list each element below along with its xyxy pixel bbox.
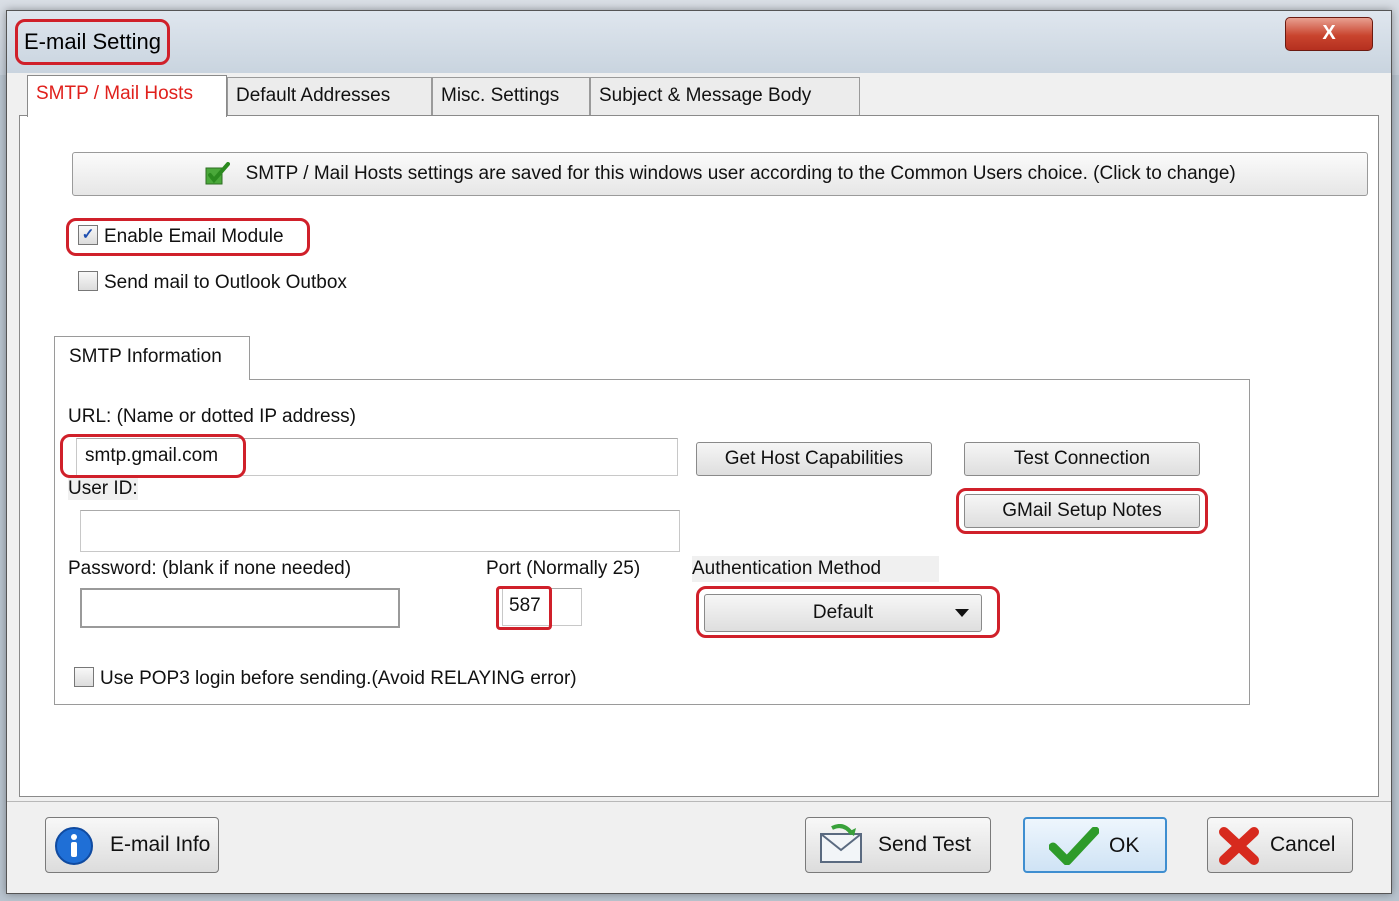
pop3-login-checkbox[interactable]: Use POP3 login before sending.(Avoid REL… xyxy=(74,666,577,692)
info-icon xyxy=(55,827,93,865)
ok-label: OK xyxy=(1109,834,1140,857)
url-label: URL: (Name or dotted IP address) xyxy=(68,406,356,427)
settings-scope-banner[interactable]: SMTP / Mail Hosts settings are saved for… xyxy=(72,152,1368,196)
smtp-tab-panel: SMTP / Mail Hosts settings are saved for… xyxy=(19,115,1379,797)
tab-subject-message-body[interactable]: Subject & Message Body xyxy=(590,77,860,115)
enable-email-module-label: Enable Email Module xyxy=(104,226,284,247)
port-input[interactable]: 587 xyxy=(502,588,582,626)
envelope-icon xyxy=(820,824,862,863)
auth-method-value: Default xyxy=(812,602,874,623)
checkbox-unchecked-icon xyxy=(78,270,98,291)
smtp-information-tab[interactable]: SMTP Information xyxy=(54,336,250,380)
get-host-capabilities-button[interactable]: Get Host Capabilities xyxy=(696,442,932,476)
auth-method-label: Authentication Method xyxy=(692,556,940,582)
send-test-label: Send Test xyxy=(878,833,972,856)
user-id-label: User ID: xyxy=(68,478,138,500)
password-label: Password: (blank if none needed) xyxy=(68,558,352,579)
window-title: E-mail Setting xyxy=(15,19,170,65)
url-input[interactable]: smtp.gmail.com xyxy=(76,438,678,476)
cancel-button[interactable]: Cancel xyxy=(1207,817,1353,873)
red-x-icon xyxy=(1219,827,1259,865)
gmail-setup-notes-button[interactable]: GMail Setup Notes xyxy=(964,494,1200,528)
tab-default-addresses[interactable]: Default Addresses xyxy=(227,77,432,115)
send-test-button[interactable]: Send Test xyxy=(805,817,991,873)
cancel-label: Cancel xyxy=(1270,833,1336,856)
enable-email-module-checkbox[interactable]: ✓ Enable Email Module xyxy=(78,224,284,250)
email-info-button[interactable]: E-mail Info xyxy=(45,817,219,873)
email-setting-dialog: E-mail Setting X SMTP / Mail Hosts Defau… xyxy=(6,10,1392,894)
user-id-input[interactable] xyxy=(80,510,680,552)
tab-smtp-mail-hosts[interactable]: SMTP / Mail Hosts xyxy=(27,75,227,117)
tab-misc-settings[interactable]: Misc. Settings xyxy=(432,77,590,115)
checkbox-checked-icon: ✓ xyxy=(78,224,98,245)
close-button[interactable]: X xyxy=(1285,17,1373,51)
title-bar[interactable]: E-mail Setting X xyxy=(7,11,1391,73)
close-icon: X xyxy=(1322,22,1336,44)
port-label: Port (Normally 25) xyxy=(486,558,641,579)
chevron-down-icon xyxy=(955,609,969,617)
password-input[interactable] xyxy=(80,588,400,628)
test-connection-button[interactable]: Test Connection xyxy=(964,442,1200,476)
email-info-label: E-mail Info xyxy=(110,833,211,856)
send-to-outlook-checkbox[interactable]: Send mail to Outlook Outbox xyxy=(78,270,347,296)
checkbox-unchecked-icon xyxy=(74,666,94,687)
ok-button[interactable]: OK xyxy=(1023,817,1167,873)
check-icon xyxy=(205,161,231,185)
footer-divider xyxy=(7,801,1391,802)
checkmark-icon xyxy=(1049,827,1099,865)
send-to-outlook-label: Send mail to Outlook Outbox xyxy=(104,272,347,293)
auth-method-dropdown[interactable]: Default xyxy=(704,594,982,632)
pop3-login-label: Use POP3 login before sending.(Avoid REL… xyxy=(100,668,577,689)
banner-text: SMTP / Mail Hosts settings are saved for… xyxy=(245,163,1236,184)
